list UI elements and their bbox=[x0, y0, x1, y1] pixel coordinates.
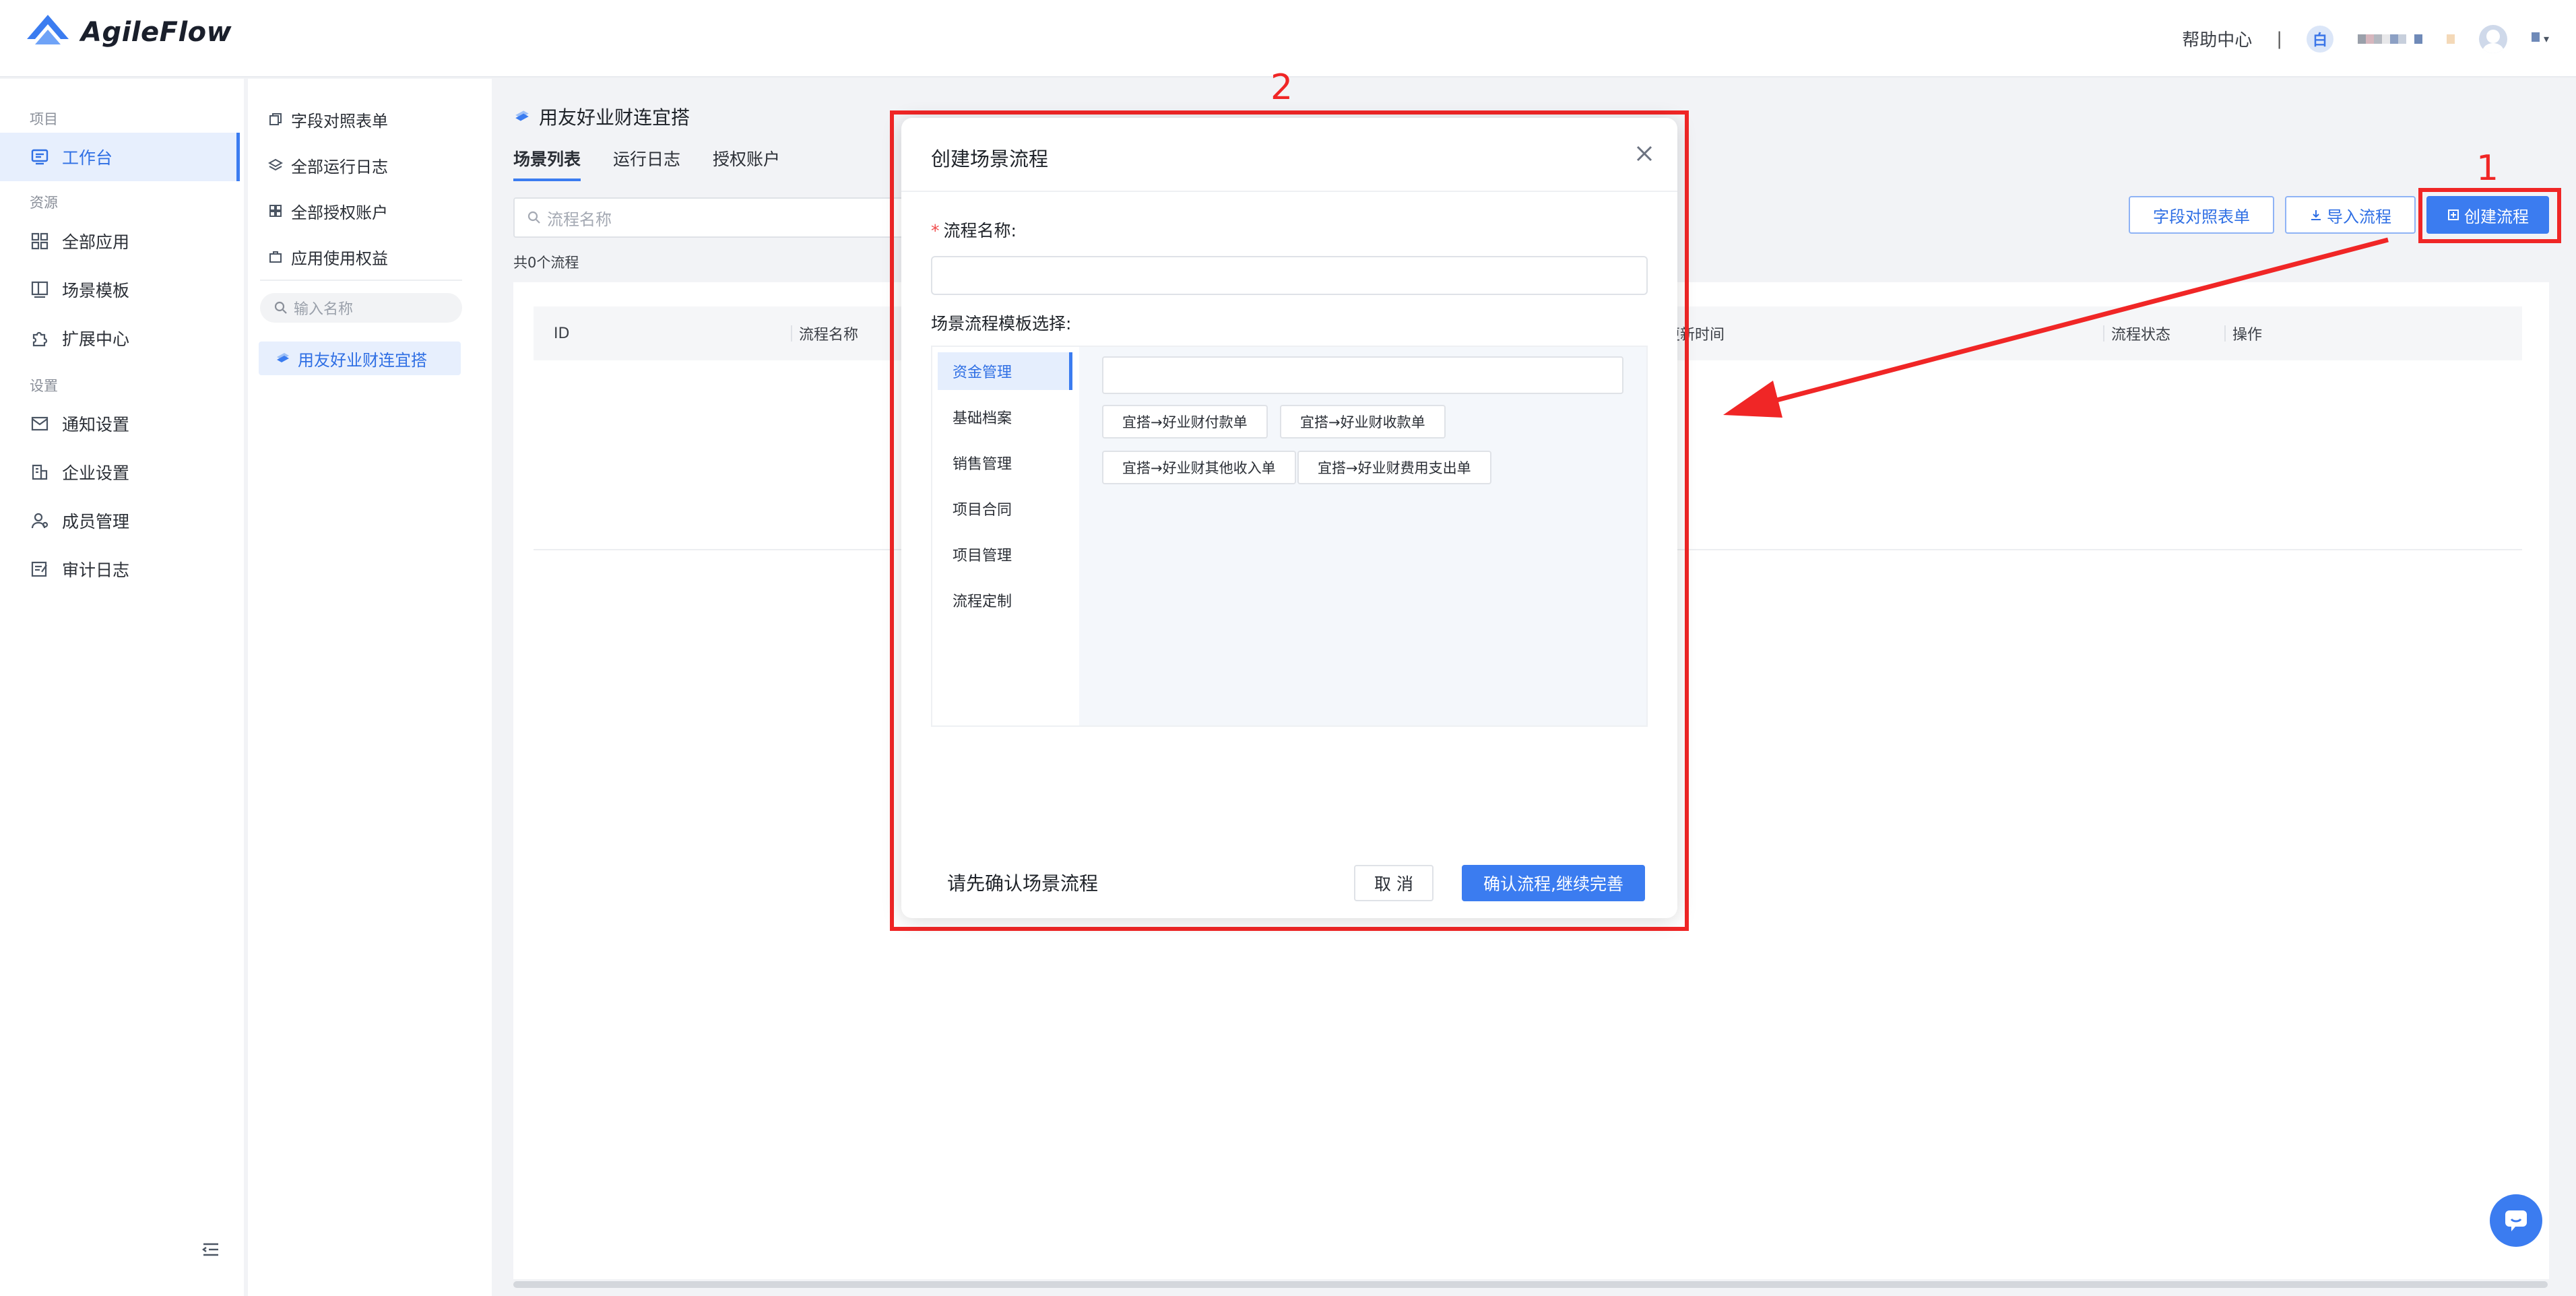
template-option[interactable]: 宜搭→好业财费用支出单 bbox=[1297, 451, 1491, 484]
template-option[interactable]: 宜搭→好业财付款单 bbox=[1102, 405, 1268, 439]
dialog-hint: 请先确认场景流程 bbox=[947, 872, 1099, 895]
dialog-header-divider bbox=[901, 191, 1677, 192]
required-mark: * bbox=[931, 221, 940, 240]
cancel-button[interactable]: 取 消 bbox=[1354, 865, 1434, 901]
template-selector: 资金管理 基础档案 销售管理 项目合同 项目管理 流程定制 宜搭→好业财付款单 … bbox=[931, 346, 1648, 727]
category-fund-management[interactable]: 资金管理 bbox=[938, 352, 1072, 390]
category-sales-management[interactable]: 销售管理 bbox=[938, 444, 1072, 482]
template-categories: 资金管理 基础档案 销售管理 项目合同 项目管理 流程定制 bbox=[932, 347, 1079, 725]
category-project-management[interactable]: 项目管理 bbox=[938, 536, 1072, 573]
template-search-input[interactable] bbox=[1102, 356, 1623, 394]
template-select-label: 场景流程模板选择: bbox=[931, 314, 1072, 333]
confirm-flow-button[interactable]: 确认流程,继续完善 bbox=[1462, 865, 1645, 901]
category-flow-customization[interactable]: 流程定制 bbox=[938, 581, 1072, 619]
template-option[interactable]: 宜搭→好业财收款单 bbox=[1280, 405, 1446, 439]
category-basic-archives[interactable]: 基础档案 bbox=[938, 398, 1072, 436]
close-icon[interactable] bbox=[1633, 142, 1656, 165]
flow-name-label: * 流程名称: bbox=[931, 218, 1017, 242]
flow-name-input[interactable] bbox=[931, 256, 1648, 295]
template-list: 宜搭→好业财付款单 宜搭→好业财收款单 宜搭→好业财其他收入单 宜搭→好业财费用… bbox=[1079, 347, 1646, 725]
dialog-title: 创建场景流程 bbox=[931, 148, 1049, 170]
create-scene-flow-dialog: 创建场景流程 * 流程名称: 场景流程模板选择: 资金管理 基础档案 销售管理 项… bbox=[901, 118, 1677, 918]
template-option[interactable]: 宜搭→好业财其他收入单 bbox=[1102, 451, 1296, 484]
category-project-contracts[interactable]: 项目合同 bbox=[938, 490, 1072, 527]
flow-name-label-text: 流程名称: bbox=[943, 221, 1017, 240]
